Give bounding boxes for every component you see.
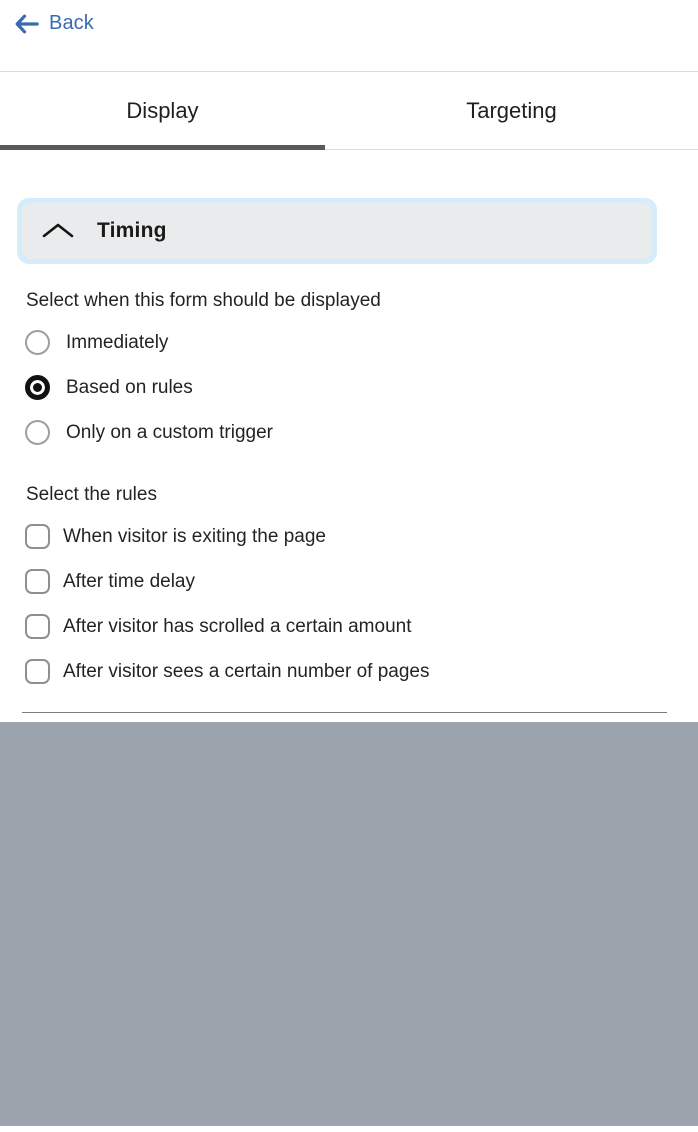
radio-option-label: Based on rules [66,376,193,398]
checkbox-option-scroll-amount[interactable]: After visitor has scrolled a certain amo… [0,604,698,649]
radio-option-immediately[interactable]: Immediately [0,320,698,365]
radio-icon[interactable] [25,420,50,445]
accordion-title: Devices [123,963,204,986]
chevron-down-icon [62,1068,100,1092]
radio-icon[interactable] [25,330,50,355]
arrow-left-icon [14,13,40,35]
checkbox-option-label: After time delay [63,570,195,592]
chevron-down-icon [62,753,100,777]
radio-icon-selected[interactable] [25,375,50,400]
rules-checkbox-group: When visitor is exiting the page After t… [0,514,698,694]
checkbox-option-time-delay[interactable]: After time delay [0,559,698,604]
checkbox-icon[interactable] [25,659,50,684]
rules-group-label: Select the rules [26,484,157,505]
collapsed-sections-list: Lead capture with Shop Frequency Devices [0,712,698,1132]
chevron-up-icon [39,219,77,243]
accordion-header-frequency[interactable]: Frequency [22,817,667,922]
checkbox-icon[interactable] [25,524,50,549]
accordion-header-custom-trigger[interactable]: Custom trigger [22,1027,667,1132]
radio-option-label: Only on a custom trigger [66,421,273,443]
back-button[interactable]: Back [0,8,104,39]
accordion-title: Lead capture with Shop [123,753,365,776]
checkbox-option-label: After visitor sees a certain number of p… [63,660,430,682]
accordion-title: Custom trigger [123,1068,277,1091]
checkbox-option-exit-intent[interactable]: When visitor is exiting the page [0,514,698,559]
tab-display[interactable]: Display [0,72,325,150]
checkbox-option-label: After visitor has scrolled a certain amo… [63,615,412,637]
accordion-title: Frequency [123,858,231,881]
radio-option-label: Immediately [66,331,169,353]
accordion-header-timing[interactable]: Timing [17,198,657,264]
back-button-label: Back [49,12,94,34]
tab-targeting[interactable]: Targeting [325,72,698,149]
tab-display-label: Display [126,97,199,123]
checkbox-option-page-count[interactable]: After visitor sees a certain number of p… [0,649,698,694]
tab-targeting-label: Targeting [466,97,557,123]
timing-radio-group: Immediately Based on rules Only on a cus… [0,320,698,455]
accordion-title-timing: Timing [97,219,167,242]
accordion-header-devices[interactable]: Devices [22,922,667,1027]
radio-option-custom-trigger[interactable]: Only on a custom trigger [0,410,698,455]
checkbox-icon[interactable] [25,614,50,639]
radio-option-based-on-rules[interactable]: Based on rules [0,365,698,410]
checkbox-icon[interactable] [25,569,50,594]
settings-panel: Timing Select when this form should be d… [0,150,698,1126]
tab-bar: Display Targeting [0,72,698,150]
checkbox-option-label: When visitor is exiting the page [63,525,326,547]
timing-group-label: Select when this form should be displaye… [26,290,381,311]
chevron-down-icon [62,963,100,987]
accordion-header-lead-capture-with-shop[interactable]: Lead capture with Shop [22,712,667,817]
top-bar: Back [0,0,698,72]
chevron-down-icon [62,858,100,882]
